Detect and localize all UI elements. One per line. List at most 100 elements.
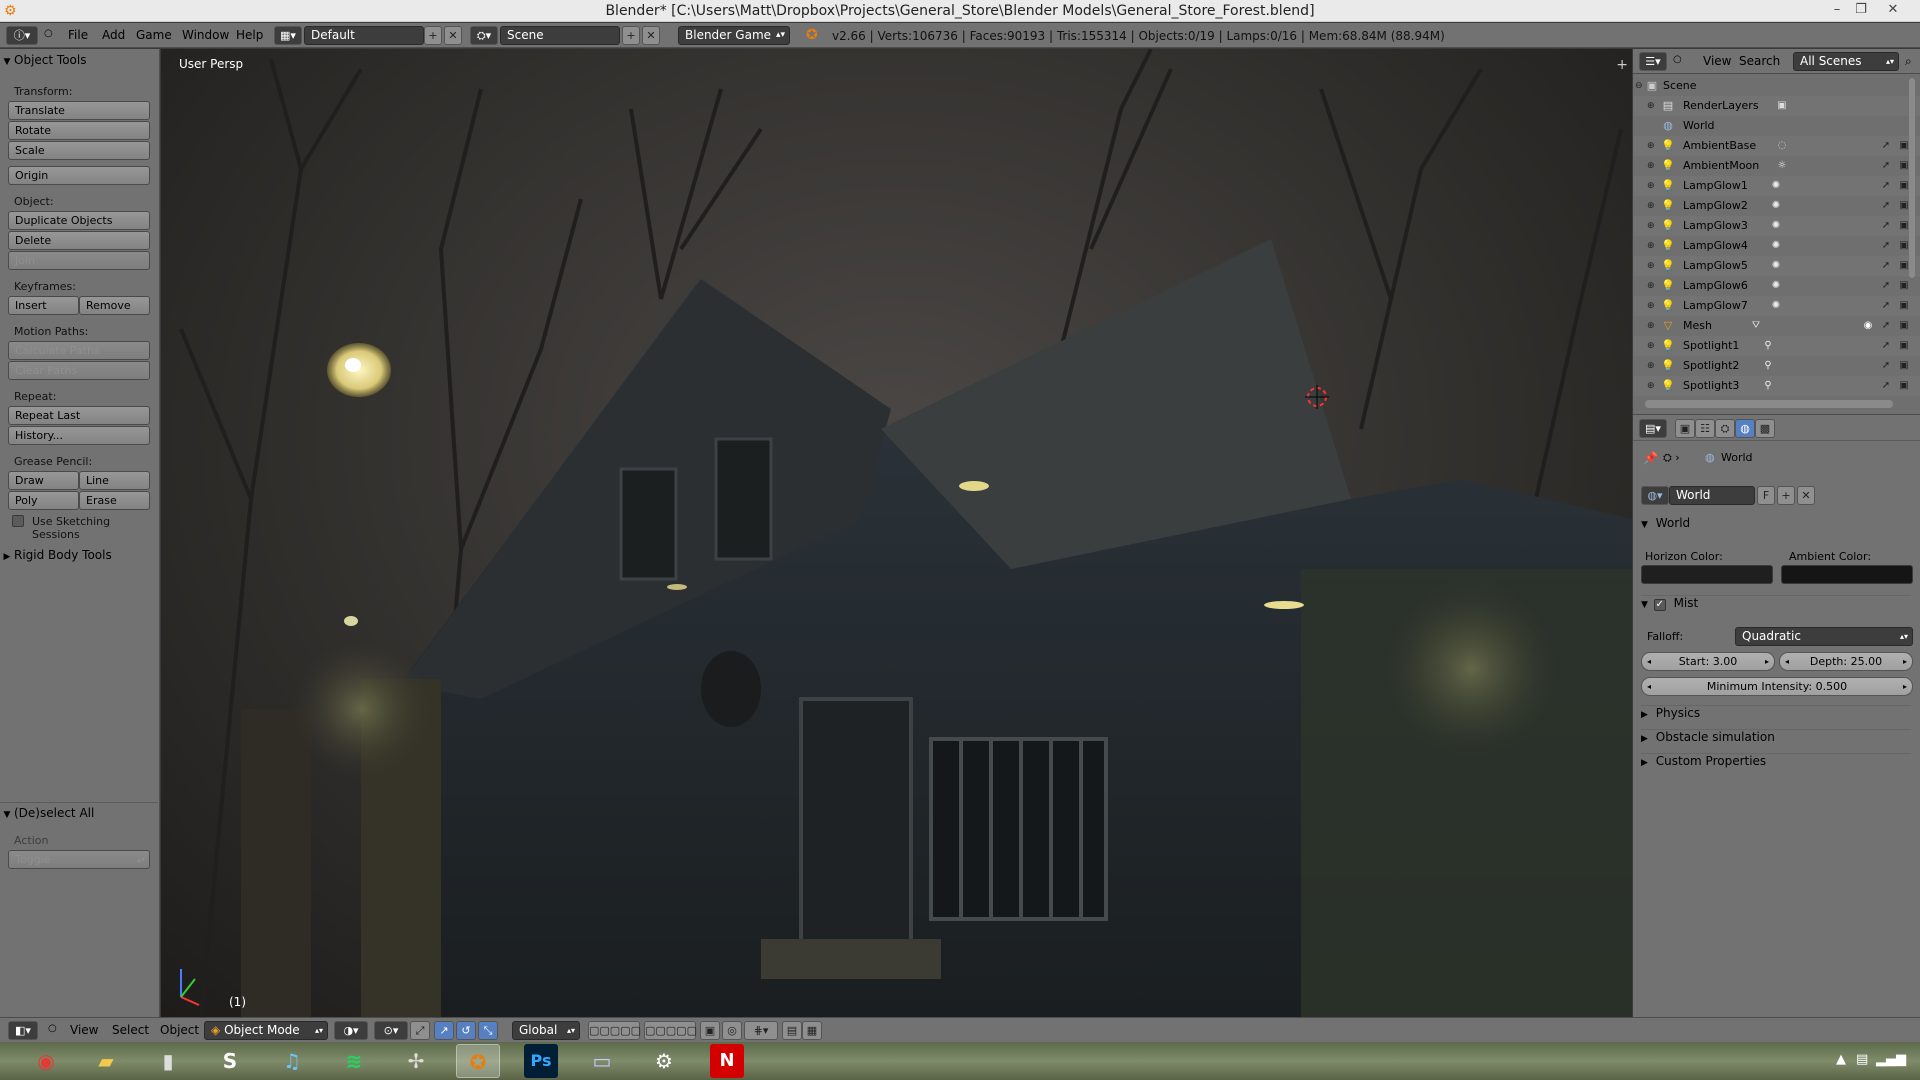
minimize-button[interactable]: – [1824, 0, 1850, 20]
add-layout-icon[interactable]: + [424, 26, 442, 45]
mist-panel-header[interactable]: ▼ ✓ Mist [1641, 595, 1911, 615]
select-arrow-icon[interactable]: ➚ [1879, 339, 1893, 353]
falloff-dropdown[interactable]: Quadratic ▴▾ [1735, 627, 1913, 646]
steam-icon[interactable]: ⚙ [642, 1044, 686, 1078]
select-arrow-icon[interactable]: ➚ [1879, 299, 1893, 313]
render-toggle-icon[interactable]: ▣ [1897, 379, 1911, 393]
origin-button[interactable]: Origin [8, 166, 150, 185]
world-panel-header[interactable]: ▼ World [1641, 516, 1911, 536]
menu-select[interactable]: Select [112, 1023, 149, 1037]
repeat-last-button[interactable]: Repeat Last [8, 406, 150, 425]
chrome-icon[interactable]: ◉ [24, 1044, 68, 1078]
expand-icon[interactable]: ⊖ [1635, 76, 1643, 96]
render-toggle-icon[interactable]: ▣ [1897, 299, 1911, 313]
photoshop-icon[interactable]: Ps [524, 1044, 558, 1078]
menu-help[interactable]: Help [236, 28, 263, 42]
expand-icon[interactable]: ⊕ [1647, 376, 1655, 396]
translate-button[interactable]: Translate [8, 101, 150, 120]
blender-taskbar-icon[interactable]: ✪ [456, 1044, 500, 1078]
outliner-item-mesh[interactable]: ⊕ ▽ Mesh ⛛ ◉ ➚ ▣ [1633, 316, 1920, 336]
viewport-shading-icon[interactable]: ◑▾ [334, 1021, 368, 1040]
render-tab-icon[interactable]: ▣ [1675, 419, 1695, 438]
pin-icon[interactable]: 📌 [1643, 451, 1658, 465]
render-preview-icon[interactable]: ▤ [782, 1021, 802, 1040]
select-arrow-icon[interactable]: ➚ [1879, 219, 1893, 233]
physics-panel-header[interactable]: ▶ Physics [1641, 705, 1911, 725]
select-arrow-icon[interactable]: ➚ [1879, 279, 1893, 293]
deselect-all-panel-header[interactable]: ▼ (De)select All [0, 802, 158, 822]
ambient-color-swatch[interactable] [1781, 565, 1913, 584]
menu-file[interactable]: File [68, 28, 88, 42]
outliner-item-lampglow6[interactable]: ⊕ 💡 LampGlow6 ✺ ➚ ▣ [1633, 276, 1920, 296]
expand-icon[interactable]: ⊕ [1647, 256, 1655, 276]
render-animation-icon[interactable]: ▦ [802, 1021, 822, 1040]
spotify-icon[interactable]: ≋ [332, 1044, 376, 1078]
erase-button[interactable]: Erase [79, 491, 150, 510]
menu-object[interactable]: Object [160, 1023, 199, 1037]
clear-paths-button[interactable]: Clear Paths [8, 361, 150, 380]
outliner-item-ambientmoon[interactable]: ⊕ 💡 AmbientMoon ☼ ➚ ▣ [1633, 156, 1920, 176]
add-scene-icon[interactable]: + [622, 26, 640, 45]
outliner-item-spotlight2[interactable]: ⊕ 💡 Spotlight2 ⚲ ➚ ▣ [1633, 356, 1920, 376]
editor-type-outliner-icon[interactable]: ☰▾ [1639, 52, 1667, 71]
collapse-menu-icon[interactable]: ○ [48, 1023, 57, 1034]
outliner-item-spotlight3[interactable]: ⊕ 💡 Spotlight3 ⚲ ➚ ▣ [1633, 376, 1920, 396]
outliner-item-spotlight1[interactable]: ⊕ 💡 Spotlight1 ⚲ ➚ ▣ [1633, 336, 1920, 356]
decrement-arrow-icon[interactable]: ◂ [1647, 678, 1651, 695]
expand-icon[interactable]: ⊕ [1647, 176, 1655, 196]
join-button[interactable]: Join [8, 251, 150, 270]
mode-dropdown[interactable]: ◈ Object Mode ▴▾ [204, 1021, 328, 1040]
expand-icon[interactable]: ⊕ [1647, 156, 1655, 176]
file-explorer-icon[interactable]: ▰ [84, 1044, 128, 1078]
select-arrow-icon[interactable]: ➚ [1879, 319, 1893, 333]
vertical-scrollbar[interactable] [1909, 78, 1915, 278]
add-world-icon[interactable]: + [1777, 486, 1795, 505]
minimum-intensity-field[interactable]: ◂ Minimum Intensity: 0.500 ▸ [1641, 677, 1913, 696]
remove-layout-icon[interactable]: ✕ [444, 26, 462, 45]
render-toggle-icon[interactable]: ▣ [1897, 319, 1911, 333]
history-button[interactable]: History... [8, 426, 150, 445]
expand-icon[interactable]: ⊕ [1647, 236, 1655, 256]
render-toggle-icon[interactable]: ▣ [1897, 279, 1911, 293]
notes-icon[interactable]: ▮ [146, 1044, 190, 1078]
mist-depth-field[interactable]: ◂ Depth: 25.00 ▸ [1779, 652, 1913, 671]
expand-icon[interactable]: ⊕ [1647, 136, 1655, 156]
use-sketching-checkbox[interactable] [12, 515, 24, 527]
outliner-item-ambientbase[interactable]: ⊕ 💡 AmbientBase ◌ ➚ ▣ [1633, 136, 1920, 156]
editor-type-properties-icon[interactable]: ▤▾ [1639, 419, 1667, 438]
scale-manipulator-icon[interactable]: ⤡ [478, 1021, 498, 1040]
outliner-item-lampglow3[interactable]: ⊕ 💡 LampGlow3 ✺ ➚ ▣ [1633, 216, 1920, 236]
network-icon[interactable]: ▤ [1856, 1052, 1868, 1067]
pinwheel-icon[interactable]: ✢ [394, 1044, 438, 1078]
proportional-edit-icon[interactable]: ◎ [722, 1021, 742, 1040]
outliner-item-renderlayers[interactable]: ⊕ ▤ RenderLayers ▣ [1633, 96, 1920, 116]
decrement-arrow-icon[interactable]: ◂ [1647, 653, 1651, 670]
outliner-item-lampglow4[interactable]: ⊕ 💡 LampGlow4 ✺ ➚ ▣ [1633, 236, 1920, 256]
itunes-icon[interactable]: ♫ [270, 1044, 314, 1078]
netflix-icon[interactable]: N [710, 1044, 744, 1078]
signal-icon[interactable]: ▂▄▆ [1876, 1052, 1906, 1067]
expand-icon[interactable]: ⊕ [1647, 316, 1655, 336]
expand-icon[interactable]: ⊕ [1647, 296, 1655, 316]
mist-start-field[interactable]: ◂ Start: 3.00 ▸ [1641, 652, 1775, 671]
poly-button[interactable]: Poly [8, 491, 79, 510]
decrement-arrow-icon[interactable]: ◂ [1785, 653, 1789, 670]
mist-enabled-checkbox[interactable]: ✓ [1653, 599, 1666, 611]
toggle-properties-icon[interactable]: + [1616, 57, 1628, 73]
scene-tab-icon[interactable]: ⛭ [1715, 419, 1735, 438]
editor-type-info-icon[interactable]: ⓘ▾ [6, 26, 38, 45]
select-arrow-icon[interactable]: ➚ [1879, 159, 1893, 173]
calculate-paths-button[interactable]: Calculate Paths [8, 341, 150, 360]
monitor-icon[interactable]: ▭ [580, 1044, 624, 1078]
scene-field[interactable]: Scene [500, 26, 620, 45]
line-button[interactable]: Line [79, 471, 150, 490]
search-icon[interactable]: ⌕ [1905, 54, 1912, 69]
snap-icon[interactable]: ⋕▾ [744, 1021, 778, 1040]
close-button[interactable]: ✕ [1880, 0, 1906, 20]
expand-icon[interactable]: ⊕ [1647, 196, 1655, 216]
texture-tab-icon[interactable]: ▩ [1755, 419, 1775, 438]
expand-icon[interactable]: ⊕ [1647, 216, 1655, 236]
menu-view[interactable]: View [1703, 54, 1731, 68]
duplicate-objects-button[interactable]: Duplicate Objects [8, 211, 150, 230]
draw-button[interactable]: Draw [8, 471, 79, 490]
